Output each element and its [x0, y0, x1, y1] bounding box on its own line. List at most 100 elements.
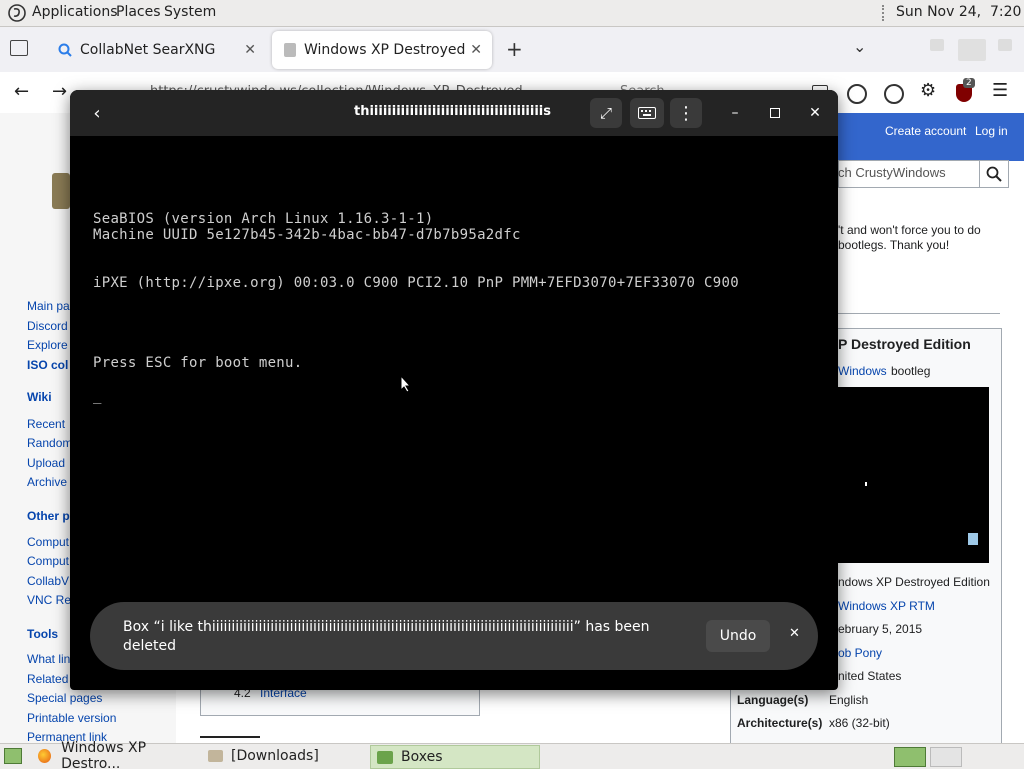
console-cursor: _: [93, 388, 102, 404]
taskbar-item-downloads[interactable]: [Downloads]: [200, 745, 370, 767]
maximize-icon: [770, 108, 780, 118]
sidebar-link-computer-1[interactable]: Comput: [27, 535, 69, 549]
back-icon[interactable]: ←: [14, 81, 29, 102]
recycle-bin-icon: [968, 533, 978, 545]
infobox-value: ebruary 5, 2015: [838, 622, 923, 636]
workspace-switcher-2[interactable]: [930, 747, 962, 767]
tab-title: Windows XP Destroyed Edi: [304, 42, 468, 58]
workspace-switcher[interactable]: [894, 747, 926, 767]
mouse-pointer-icon: [865, 482, 867, 486]
infobox-title: P Destroyed Edition: [838, 336, 971, 352]
infobox-subtitle-text: bootleg: [891, 364, 931, 378]
extension-icon[interactable]: [847, 84, 867, 104]
site-notice-line-1: 't and won't force you to do: [838, 223, 981, 237]
infobox-subtitle-link[interactable]: Windows: [838, 364, 887, 378]
tab-overview-icon[interactable]: [10, 40, 28, 56]
infobox-screenshot[interactable]: [838, 387, 989, 563]
sidebar-link-collabvm[interactable]: CollabV: [27, 574, 69, 588]
bottom-panel: Windows XP Destro... [Downloads] Boxes: [0, 740, 1024, 772]
system-menu[interactable]: System: [164, 4, 216, 20]
keyboard-icon: [638, 107, 656, 119]
new-tab-button[interactable]: +: [506, 37, 523, 61]
sidebar-link-discord[interactable]: Discord: [27, 319, 68, 333]
top-panel: Applications Places System Sun Nov 24, 7…: [0, 0, 1024, 27]
sidebar-link-related[interactable]: Related: [27, 672, 68, 686]
taskbar-item-label: Windows XP Destro...: [61, 740, 147, 772]
boxes-icon: [377, 750, 393, 764]
ublock-badge: 2: [963, 78, 975, 88]
extensions-puzzle-icon[interactable]: ⚙: [920, 80, 936, 101]
sidebar-link-random[interactable]: Random: [27, 436, 72, 450]
sidebar-link-vnc[interactable]: VNC Re: [27, 593, 71, 607]
infobox-label: Architecture(s): [737, 716, 823, 730]
console-line-3: iPXE (http://ipxe.org) 00:03.0 C900 PCI2…: [93, 275, 739, 291]
infobox-value[interactable]: Windows XP RTM: [838, 599, 935, 613]
hamburger-menu-icon[interactable]: ☰: [992, 80, 1008, 101]
show-desktop-icon[interactable]: [4, 748, 22, 764]
window-close-icon[interactable]: [998, 39, 1012, 51]
infobox-value: x86 (32-bit): [829, 716, 890, 730]
keyboard-button[interactable]: [630, 98, 664, 128]
search-icon: [58, 43, 72, 57]
dismiss-toast-icon[interactable]: ✕: [789, 626, 800, 641]
infobox-label: Language(s): [737, 692, 809, 707]
boxes-window: ‹ thiiiiiiiiiiiiiiiiiiiiiiiiiiiiiiiiiiii…: [70, 90, 838, 690]
minimize-button[interactable]: –: [720, 98, 750, 128]
account-icon[interactable]: [884, 84, 904, 104]
sidebar-link-explore[interactable]: Explore: [27, 338, 68, 352]
infobox-value: ndows XP Destroyed Edition: [838, 575, 990, 589]
back-button[interactable]: ‹: [82, 98, 112, 128]
console-line-1: SeaBIOS (version Arch Linux 1.16.3-1-1): [93, 211, 434, 227]
sidebar-link-special-pages[interactable]: Special pages: [27, 691, 102, 705]
console-line-4: Press ESC for boot menu.: [93, 355, 303, 371]
places-menu[interactable]: Places: [116, 4, 161, 20]
login-link[interactable]: Log in: [975, 124, 1008, 138]
tab-windows-xp[interactable]: Windows XP Destroyed Edi ✕: [272, 31, 492, 69]
sidebar-link-iso-collection[interactable]: ISO col: [27, 358, 68, 372]
sidebar-link-upload[interactable]: Upload: [27, 456, 65, 470]
panel-handle-icon: [882, 5, 888, 21]
mouse-pointer-icon: [400, 375, 412, 393]
taskbar-item-label: [Downloads]: [231, 748, 319, 764]
page-icon: [284, 43, 296, 57]
sidebar-link-printable[interactable]: Printable version: [27, 711, 116, 725]
console-line-2: Machine UUID 5e127b45-342b-4bac-bb47-d7b…: [93, 227, 521, 243]
undo-button[interactable]: Undo: [706, 620, 770, 652]
search-icon: [986, 166, 1002, 182]
sidebar-link-recent[interactable]: Recent: [27, 417, 65, 431]
box-title: thiiiiiiiiiiiiiiiiiiiiiiiiiiiiiiiiiiiiii…: [354, 104, 551, 119]
applications-menu[interactable]: Applications: [32, 4, 118, 20]
forward-icon[interactable]: →: [52, 81, 67, 102]
window-maximize-icon[interactable]: [958, 39, 986, 61]
close-tab-icon[interactable]: ✕: [470, 42, 482, 58]
taskbar-item-firefox[interactable]: Windows XP Destro...: [30, 740, 200, 772]
sidebar-heading-other: Other p: [27, 509, 70, 523]
list-tabs-icon[interactable]: ⌄: [853, 37, 866, 56]
firefox-icon: [38, 749, 52, 763]
maximize-button[interactable]: [760, 98, 790, 128]
site-notice-line-2: bootlegs. Thank you!: [838, 238, 950, 252]
infobox-value: nited States: [838, 669, 902, 683]
gnome-foot-icon[interactable]: [8, 4, 26, 22]
infobox-value[interactable]: ob Pony: [838, 646, 882, 660]
tab-searxng[interactable]: CollabNet SearXNG ✕: [46, 31, 266, 69]
close-tab-icon[interactable]: ✕: [244, 42, 256, 58]
menu-button[interactable]: ⋮: [670, 98, 702, 128]
sidebar-link-archive[interactable]: Archive: [27, 475, 67, 489]
sidebar-link-main-page[interactable]: Main pa: [27, 299, 70, 313]
boxes-header-bar: ‹ thiiiiiiiiiiiiiiiiiiiiiiiiiiiiiiiiiiii…: [70, 90, 838, 136]
create-account-link[interactable]: Create account: [885, 124, 966, 138]
sidebar-link-what-links[interactable]: What lin: [27, 652, 70, 666]
tab-title: CollabNet SearXNG: [80, 42, 216, 58]
sidebar-link-computer-2[interactable]: Comput: [27, 554, 69, 568]
fullscreen-button[interactable]: ⤢: [590, 98, 622, 128]
close-button[interactable]: ✕: [800, 98, 830, 128]
deleted-toast: Box “i like thiiiiiiiiiiiiiiiiiiiiiiiiii…: [90, 602, 818, 670]
wiki-logo: [52, 173, 70, 209]
wiki-search-button[interactable]: [979, 160, 1009, 188]
infobox-value: English: [829, 692, 869, 707]
toast-message-line-2: deleted: [123, 638, 176, 654]
clock[interactable]: Sun Nov 24, 7:20 AM: [896, 4, 1024, 20]
taskbar-item-boxes[interactable]: Boxes: [370, 745, 540, 769]
window-minimize-icon[interactable]: [930, 39, 944, 51]
